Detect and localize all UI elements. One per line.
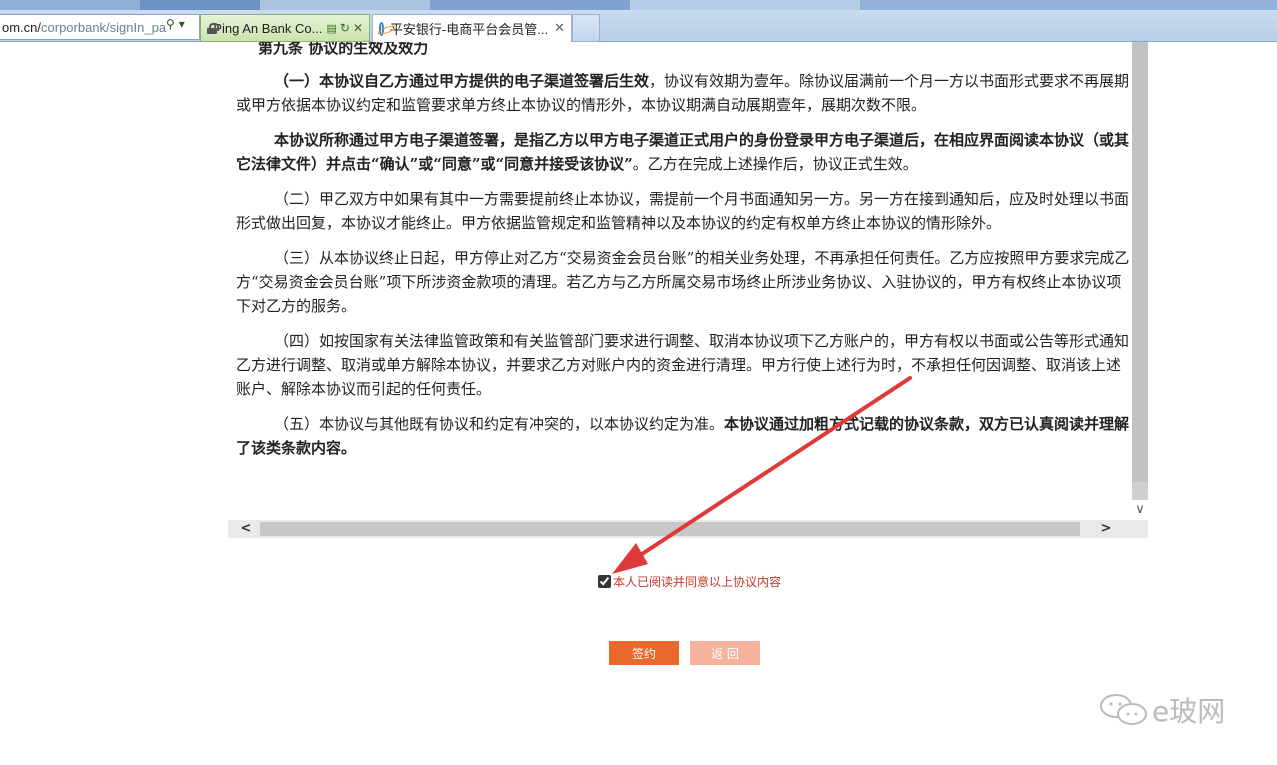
close-icon[interactable]: ✕ bbox=[548, 21, 565, 36]
agreement-paragraph: （四）如按国家有关法律监管政策和有关监管部门要求进行调整、取消本协议项下乙方账户… bbox=[236, 332, 1130, 398]
scrollbar-thumb[interactable] bbox=[1132, 42, 1148, 482]
chat-bubbles-icon bbox=[1100, 694, 1147, 725]
new-tab-button[interactable] bbox=[572, 14, 600, 42]
agree-label[interactable]: 本人已阅读并同意以上协议内容 bbox=[613, 573, 781, 590]
agreement-pane: 第九条 协议的生效及效力 （一）本协议自乙方通过甲方提供的电子渠道签署后生效，协… bbox=[228, 42, 1148, 538]
agreement-content: 第九条 协议的生效及效力 （一）本协议自乙方通过甲方提供的电子渠道签署后生效，协… bbox=[236, 42, 1132, 460]
url-host: om.cn/ bbox=[2, 19, 42, 35]
agreement-paragraph: （五）本协议与其他既有协议和约定有冲突的，以本协议约定为准。本协议通过加粗方式记… bbox=[236, 415, 1130, 457]
search-icon[interactable]: ⚲ bbox=[166, 17, 175, 31]
tab-label: Ping An Bank Co... bbox=[213, 20, 323, 36]
url-path: corporbank/signIn_pa bbox=[41, 19, 167, 35]
scroll-right-icon[interactable]: > bbox=[1094, 520, 1118, 538]
watermark: e玻网 bbox=[1098, 690, 1225, 730]
window-title-strip bbox=[0, 0, 1277, 10]
horizontal-scrollbar[interactable]: < > bbox=[228, 520, 1148, 538]
article-title: 第九条 协议的生效及效力 bbox=[258, 42, 429, 57]
watermark-text: e玻网 bbox=[1152, 695, 1226, 728]
browser-icon bbox=[379, 21, 384, 36]
scrollbar-thumb[interactable] bbox=[260, 522, 1080, 536]
agreement-paragraph: （三）从本协议终止日起，甲方停止对乙方“交易资金会员台账”的相关业务处理，不再承… bbox=[236, 249, 1130, 315]
tab-ping-an-bank[interactable]: Ping An Bank Co... ▤ ↻ ✕ bbox=[200, 14, 370, 42]
scroll-down-icon[interactable]: ∨ bbox=[1132, 500, 1148, 520]
agreement-paragraph: （二）甲乙双方中如果有其中一方需要提前终止本协议，需提前一个月书面通知另一方。另… bbox=[236, 190, 1130, 232]
consent-row: 本人已阅读并同意以上协议内容 bbox=[598, 573, 781, 590]
address-controls: ⚲ ▾ bbox=[166, 17, 185, 31]
back-button[interactable]: 返 回 bbox=[690, 641, 760, 665]
annotation-arrow-head bbox=[612, 543, 648, 574]
refresh-icon[interactable]: ↻ bbox=[340, 21, 350, 35]
vertical-scrollbar[interactable]: ∨ bbox=[1132, 42, 1148, 520]
agreement-paragraph: 本协议所称通过甲方电子渠道签署，是指乙方以甲方电子渠道正式用户的身份登录甲方电子… bbox=[236, 131, 1130, 173]
stop-icon[interactable]: ✕ bbox=[353, 21, 363, 35]
agree-checkbox[interactable] bbox=[598, 575, 611, 588]
sign-button[interactable]: 签约 bbox=[609, 641, 679, 665]
page-icon[interactable]: ▤ bbox=[326, 22, 336, 35]
tab-pingan-ecommerce[interactable]: 平安银行-电商平台会员管... ✕ bbox=[372, 14, 572, 42]
tab-label: 平安银行-电商平台会员管... bbox=[389, 22, 549, 37]
scroll-left-icon[interactable]: < bbox=[234, 520, 258, 538]
dropdown-icon[interactable]: ▾ bbox=[179, 17, 185, 31]
agreement-paragraph: （一）本协议自乙方通过甲方提供的电子渠道签署后生效，协议有效期为壹年。除协议届满… bbox=[236, 72, 1130, 114]
